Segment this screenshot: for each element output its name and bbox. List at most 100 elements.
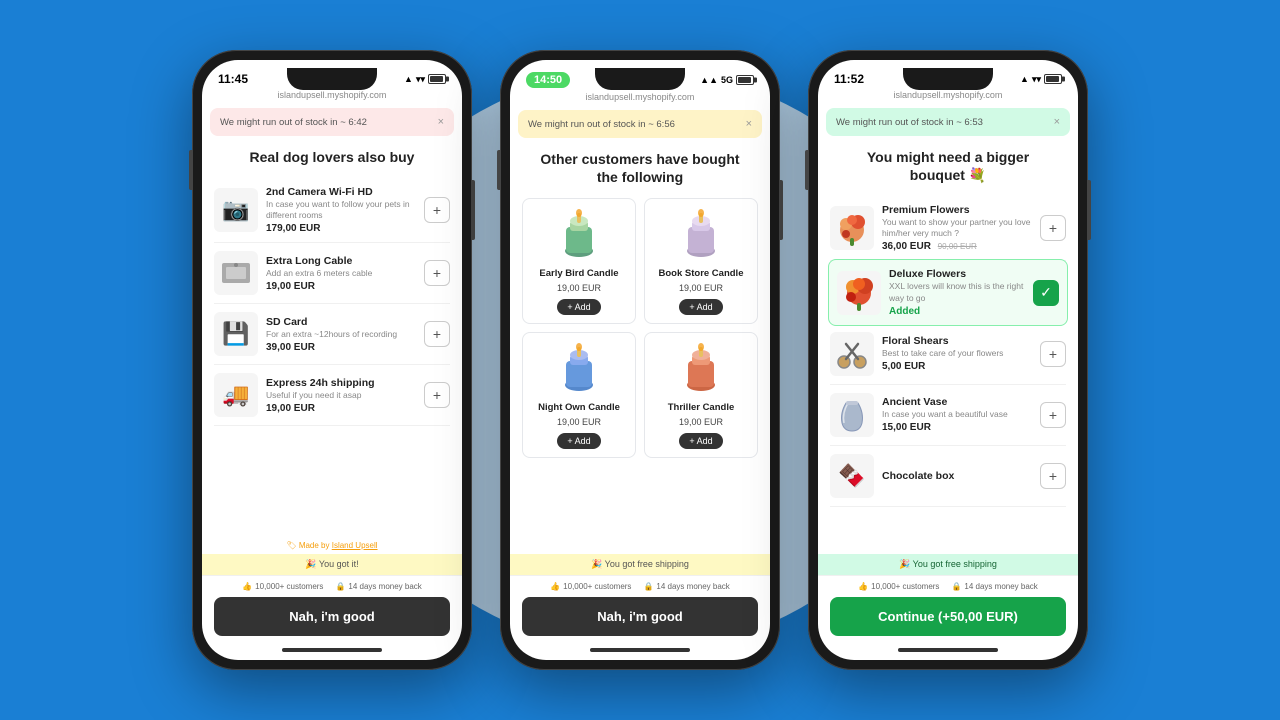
- cta-btn-2[interactable]: Nah, i'm good: [522, 597, 758, 636]
- section-title-1: Real dog lovers also buy: [214, 148, 450, 166]
- add-btn-1-2[interactable]: +: [424, 321, 450, 347]
- product-desc-1-0: In case you want to follow your pets in …: [266, 199, 416, 221]
- section-title-3: You might need a biggerbouquet 💐: [830, 148, 1066, 184]
- add-btn-1-1[interactable]: +: [424, 260, 450, 286]
- money-icon-3: 🔒: [951, 582, 961, 591]
- add-pill-2-1[interactable]: + Add: [679, 299, 722, 315]
- status-time-2: 14:50: [526, 72, 570, 88]
- product-info-3-4: Chocolate box: [882, 470, 1032, 482]
- free-shipping-bar-3: 🎉 You got free shipping: [818, 554, 1078, 575]
- add-btn-3-3[interactable]: +: [1040, 402, 1066, 428]
- customers-icon-3: 👍: [858, 582, 868, 591]
- footer-trust-3: 👍 10,000+ customers 🔒 14 days money back: [818, 575, 1078, 597]
- product-name-3-1: Deluxe Flowers: [889, 268, 1025, 280]
- trust-money-1: 🔒 14 days money back: [335, 582, 421, 591]
- add-btn-1-0[interactable]: +: [424, 197, 450, 223]
- made-by-link-1[interactable]: Island Upsell: [332, 541, 378, 550]
- cta-btn-1[interactable]: Nah, i'm good: [214, 597, 450, 636]
- add-btn-1-3[interactable]: +: [424, 382, 450, 408]
- product-desc-1-2: For an extra ~12hours of recording: [266, 329, 416, 340]
- product-img-3-4: 🍫: [830, 454, 874, 498]
- product-item-1-3: 🚚 Express 24h shipping Useful if you nee…: [214, 365, 450, 426]
- money-text-2: 14 days money back: [656, 582, 729, 591]
- url-bar-3: islandupsell.myshopify.com: [818, 90, 1078, 104]
- wifi-icon-1: ▾▾: [416, 74, 425, 85]
- product-img-3-0: [830, 206, 874, 250]
- product-name-1-1: Extra Long Cable: [266, 255, 416, 267]
- product-card-price-2-0: 19,00 EUR: [531, 283, 627, 293]
- product-name-3-3: Ancient Vase: [882, 396, 1032, 408]
- signal-icon-1: ▲: [404, 74, 413, 84]
- add-pill-2-3[interactable]: + Add: [679, 433, 722, 449]
- trust-money-2: 🔒 14 days money back: [643, 582, 729, 591]
- product-grid-2: Early Bird Candle 19,00 EUR + Add Book S…: [522, 198, 758, 458]
- home-indicator-1: [282, 648, 382, 652]
- phone-2: 14:50 ▲▲ 5G islandupsell.myshopify.com W…: [500, 50, 780, 670]
- product-desc-1-3: Useful if you need it asap: [266, 390, 416, 401]
- product-name-1-2: SD Card: [266, 316, 416, 328]
- product-price-1-1: 19,00 EUR: [266, 281, 416, 292]
- add-btn-3-0[interactable]: +: [1040, 215, 1066, 241]
- product-img-1-0: 📷: [214, 188, 258, 232]
- add-btn-3-4[interactable]: +: [1040, 463, 1066, 489]
- trust-customers-3: 👍 10,000+ customers: [858, 582, 939, 591]
- product-item-3-0: Premium Flowers You want to show your pa…: [830, 196, 1066, 261]
- notification-bar-2: We might run out of stock in ~ 6:56 ×: [518, 110, 762, 138]
- phone-1-screen: 11:45 ▲ ▾▾ islandupsell.myshopify.com We…: [202, 60, 462, 660]
- product-price-1-3: 19,00 EUR: [266, 403, 416, 414]
- product-item-3-2: Floral Shears Best to take care of your …: [830, 324, 1066, 385]
- scroll-content-2[interactable]: Other customers have boughtthe following…: [510, 142, 770, 554]
- product-price-1-2: 39,00 EUR: [266, 342, 416, 353]
- money-text-3: 14 days money back: [964, 582, 1037, 591]
- scroll-content-3[interactable]: You might need a biggerbouquet 💐 Premium…: [818, 140, 1078, 554]
- add-pill-2-2[interactable]: + Add: [557, 433, 600, 449]
- cta-btn-3[interactable]: Continue (+50,00 EUR): [830, 597, 1066, 636]
- product-name-3-0: Premium Flowers: [882, 204, 1032, 216]
- product-card-price-2-3: 19,00 EUR: [653, 417, 749, 427]
- old-price-3-0: 90,00 EUR: [938, 242, 977, 251]
- product-card-img-2-3: [671, 341, 731, 396]
- notification-bar-1: We might run out of stock in ~ 6:42 ×: [210, 108, 454, 136]
- product-info-1-0: 2nd Camera Wi-Fi HD In case you want to …: [266, 186, 416, 234]
- product-card-img-2-0: [549, 207, 609, 262]
- status-time-1: 11:45: [218, 72, 248, 86]
- product-desc-3-0: You want to show your partner you love h…: [882, 217, 1032, 239]
- product-item-3-3: Ancient Vase In case you want a beautifu…: [830, 385, 1066, 446]
- add-btn-3-1[interactable]: ✓: [1033, 280, 1059, 306]
- status-icons-1: ▲ ▾▾: [404, 74, 446, 85]
- product-name-1-0: 2nd Camera Wi-Fi HD: [266, 186, 416, 198]
- status-icons-2: ▲▲ 5G: [700, 75, 754, 85]
- product-info-3-3: Ancient Vase In case you want a beautifu…: [882, 396, 1032, 433]
- add-pill-2-0[interactable]: + Add: [557, 299, 600, 315]
- price-value-3-0: 36,00 EUR: [882, 241, 931, 252]
- phone-notch-1: [287, 68, 377, 90]
- product-price-3-0: 36,00 EUR 90,00 EUR: [882, 241, 1032, 252]
- close-notification-1[interactable]: ×: [438, 116, 444, 128]
- product-card-img-2-2: [549, 341, 609, 396]
- free-shipping-bar-2: 🎉 You got free shipping: [510, 554, 770, 575]
- trust-money-3: 🔒 14 days money back: [951, 582, 1037, 591]
- customers-icon-1: 👍: [242, 582, 252, 591]
- scroll-content-1[interactable]: Real dog lovers also buy 📷 2nd Camera Wi…: [202, 140, 462, 537]
- product-item-1-2: 💾 SD Card For an extra ~12hours of recor…: [214, 304, 450, 365]
- close-notification-3[interactable]: ×: [1054, 116, 1060, 128]
- phone-2-screen: 14:50 ▲▲ 5G islandupsell.myshopify.com W…: [510, 60, 770, 660]
- product-img-3-1: [837, 271, 881, 315]
- product-item-3-1: Deluxe Flowers XXL lovers will know this…: [828, 259, 1068, 325]
- battery-icon-1: [428, 74, 446, 84]
- product-name-3-2: Floral Shears: [882, 335, 1032, 347]
- product-card-2-0: Early Bird Candle 19,00 EUR + Add: [522, 198, 636, 324]
- close-notification-2[interactable]: ×: [746, 118, 752, 130]
- product-info-1-2: SD Card For an extra ~12hours of recordi…: [266, 316, 416, 353]
- product-price-3-3: 15,00 EUR: [882, 422, 1032, 433]
- signal-icon-2: ▲▲: [700, 75, 718, 85]
- product-desc-3-3: In case you want a beautiful vase: [882, 409, 1032, 420]
- product-img-1-1: [214, 251, 258, 295]
- customers-text-3: 10,000+ customers: [871, 582, 939, 591]
- product-card-price-2-1: 19,00 EUR: [653, 283, 749, 293]
- product-card-2-1: Book Store Candle 19,00 EUR + Add: [644, 198, 758, 324]
- product-card-name-2-0: Early Bird Candle: [531, 268, 627, 279]
- money-icon-1: 🔒: [335, 582, 345, 591]
- add-btn-3-2[interactable]: +: [1040, 341, 1066, 367]
- product-card-name-2-1: Book Store Candle: [653, 268, 749, 279]
